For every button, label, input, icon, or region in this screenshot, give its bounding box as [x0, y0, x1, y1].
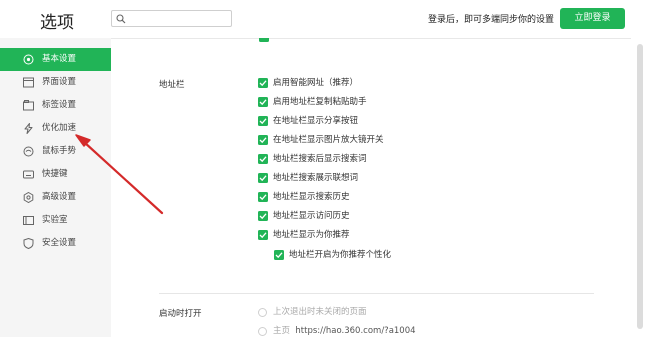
checkbox[interactable]	[259, 38, 269, 42]
sidebar-item-label: 基本设置	[42, 54, 77, 64]
sidebar-item-shortcuts[interactable]: 快捷键	[0, 163, 111, 186]
checkbox[interactable]	[258, 97, 268, 107]
checkbox[interactable]	[258, 192, 268, 202]
shield-icon	[23, 238, 34, 249]
option-label: 地址栏搜索展示联想词	[273, 173, 359, 183]
option-label: 地址栏显示访问历史	[273, 211, 350, 221]
page-title: 选项	[40, 13, 74, 33]
checkbox[interactable]	[258, 135, 268, 145]
home-icon	[23, 54, 34, 65]
sidebar-item-security[interactable]: 安全设置	[0, 232, 111, 255]
mouse-icon	[23, 146, 34, 157]
settings-content: 地址栏 启用智能网址（推荐） 启用地址栏复制粘贴助手 在地址栏显示分享按钮 在地…	[111, 38, 631, 337]
option-label: 地址栏显示搜索历史	[273, 192, 350, 202]
sidebar-item-lab[interactable]: 实验室	[0, 209, 111, 232]
radio-button[interactable]	[258, 308, 267, 317]
option-label: 启用智能网址（推荐）	[273, 78, 359, 88]
homepage-url: https://hao.360.com/?a1004	[295, 326, 416, 336]
startup-label: 启动时打开	[159, 309, 202, 319]
checkbox[interactable]	[274, 250, 284, 260]
search-icon	[116, 14, 126, 24]
sidebar-item-label: 标签设置	[42, 100, 77, 110]
homepage-label: 主页	[273, 326, 291, 336]
option-label: 地址栏显示为你推荐	[273, 230, 350, 240]
sidebar-item-mouse[interactable]: 鼠标手势	[0, 140, 111, 163]
sidebar-item-label: 界面设置	[42, 77, 77, 87]
sidebar-item-interface[interactable]: 界面设置	[0, 71, 111, 94]
sidebar: 基本设置 界面设置 标签设置 优化加速 鼠标手势 快捷键 高级设置 实验室 安全…	[0, 38, 111, 337]
divider	[111, 38, 631, 39]
sidebar-item-label: 快捷键	[42, 169, 68, 179]
option-label: 在地址栏显示图片放大镜开关	[273, 135, 384, 145]
header: 选项 登录后，即可多端同步你的设置 立即登录	[0, 0, 650, 38]
tab-icon	[23, 100, 34, 111]
checkbox[interactable]	[258, 211, 268, 221]
lightning-icon	[24, 123, 33, 134]
sidebar-item-label: 优化加速	[42, 123, 77, 133]
login-hint: 登录后，即可多端同步你的设置	[428, 15, 555, 25]
login-button[interactable]: 立即登录	[560, 8, 625, 29]
checkbox[interactable]	[258, 116, 268, 126]
option-label: 上次退出时未关闭的页面	[273, 307, 367, 317]
window-icon	[23, 77, 34, 88]
search-input[interactable]	[111, 10, 232, 27]
scrollbar[interactable]	[631, 38, 650, 337]
sidebar-item-label: 实验室	[42, 215, 68, 225]
keyboard-icon	[23, 170, 34, 179]
options-page: 选项 登录后，即可多端同步你的设置 立即登录 基本设置 界面设置 标签设置 优化…	[0, 0, 650, 337]
checkbox[interactable]	[258, 173, 268, 183]
sidebar-item-label: 安全设置	[42, 238, 77, 248]
divider	[159, 293, 594, 294]
lab-icon	[23, 216, 34, 225]
sidebar-item-label: 鼠标手势	[42, 146, 77, 156]
gear-icon	[23, 192, 34, 203]
sidebar-item-basic[interactable]: 基本设置	[0, 48, 111, 71]
scrollbar-thumb[interactable]	[637, 44, 643, 329]
sidebar-item-optimize[interactable]: 优化加速	[0, 117, 111, 140]
checkbox[interactable]	[258, 230, 268, 240]
option-label: 地址栏搜索后显示搜索词	[273, 154, 367, 164]
checkbox[interactable]	[258, 78, 268, 88]
sidebar-item-label: 高级设置	[42, 192, 77, 202]
option-label: 在地址栏显示分享按钮	[273, 116, 359, 126]
checkbox[interactable]	[258, 154, 268, 164]
address-bar-label: 地址栏	[159, 80, 185, 90]
sidebar-item-advanced[interactable]: 高级设置	[0, 186, 111, 209]
option-label: 启用地址栏复制粘贴助手	[273, 97, 367, 107]
option-label: 地址栏开启为你推荐个性化	[289, 250, 392, 260]
sidebar-item-tabs[interactable]: 标签设置	[0, 94, 111, 117]
radio-button[interactable]	[258, 327, 267, 336]
option-label: 主页 https://hao.360.com/?a1004	[273, 325, 416, 337]
